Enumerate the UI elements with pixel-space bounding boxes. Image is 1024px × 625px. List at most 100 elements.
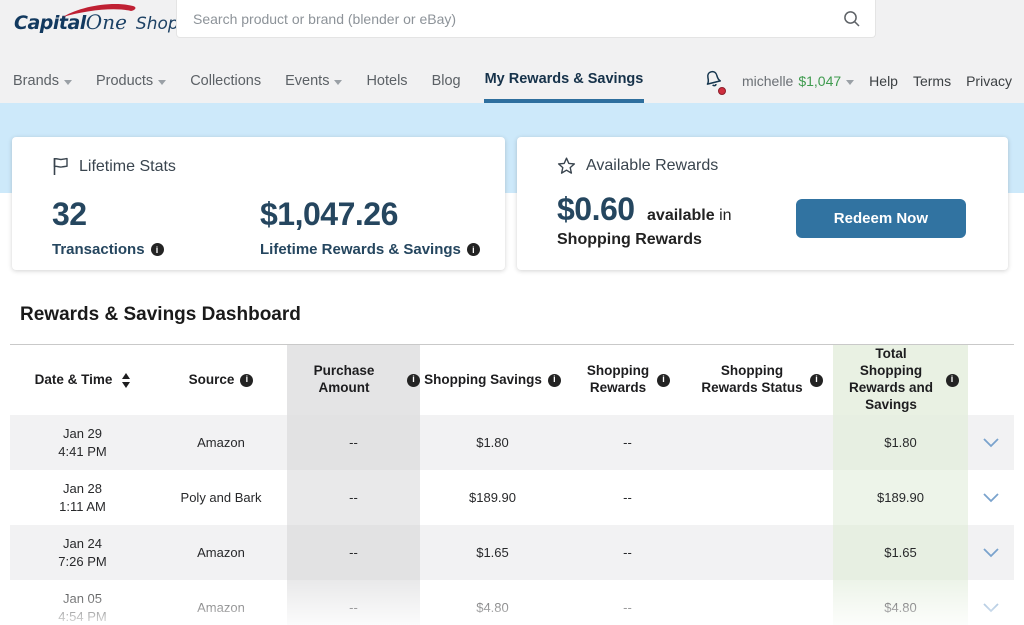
shopping-rewards-cell: -- xyxy=(565,580,690,625)
total-cell: $189.90 xyxy=(833,470,968,525)
sort-icon[interactable] xyxy=(122,373,130,388)
nav-item-products[interactable]: Products xyxy=(95,59,167,103)
user-menu[interactable]: michelle $1,047 xyxy=(742,73,854,89)
nav-label: Hotels xyxy=(366,73,407,89)
transactions-value: 32 xyxy=(52,196,260,233)
nav-item-my-rewards-and-savings[interactable]: My Rewards & Savings xyxy=(484,59,645,103)
header-label: Source xyxy=(189,372,235,389)
row-expand-chevron-icon[interactable] xyxy=(968,415,1014,470)
lifetime-stats-values: 32 Transactions i $1,047.26 Lifetime Rew… xyxy=(52,196,485,258)
row-expand-chevron-icon[interactable] xyxy=(968,470,1014,525)
nav-label: My Rewards & Savings xyxy=(485,71,644,87)
page: Capital One Shopping Brands Products Col… xyxy=(0,0,1024,625)
nav-label: Collections xyxy=(190,73,261,89)
user-balance: $1,047 xyxy=(798,73,841,89)
nav-label: Events xyxy=(285,73,329,89)
source-cell: Amazon xyxy=(155,415,287,470)
shopping-rewards-cell: -- xyxy=(565,470,690,525)
purchase-amount-cell: -- xyxy=(287,580,420,625)
info-icon[interactable]: i xyxy=(548,374,561,387)
transactions-stat: 32 Transactions i xyxy=(52,196,260,258)
info-icon[interactable]: i xyxy=(657,374,670,387)
info-icon[interactable]: i xyxy=(467,243,480,256)
available-rewards-title: Available Rewards xyxy=(586,157,718,175)
main-nav: Brands Products Collections Events Hotel… xyxy=(0,59,1024,103)
search-icon[interactable] xyxy=(843,10,861,28)
lifetime-rewards-stat: $1,047.26 Lifetime Rewards & Savings i xyxy=(260,196,480,258)
privacy-link[interactable]: Privacy xyxy=(966,73,1012,89)
nav-item-blog[interactable]: Blog xyxy=(431,59,462,103)
terms-link[interactable]: Terms xyxy=(913,73,951,89)
column-header-purchase-amount: Purchase Amount i xyxy=(287,344,420,415)
search-input[interactable] xyxy=(177,0,875,37)
nav-item-hotels[interactable]: Hotels xyxy=(365,59,408,103)
source-cell: Poly and Bark xyxy=(155,470,287,525)
in-word: in xyxy=(719,207,731,224)
nav-item-collections[interactable]: Collections xyxy=(189,59,262,103)
shopping-savings-cell: $4.80 xyxy=(420,580,565,625)
info-icon[interactable]: i xyxy=(810,374,823,387)
lifetime-stats-title: Lifetime Stats xyxy=(79,158,176,176)
rewards-status-cell xyxy=(690,525,833,580)
notification-bell-icon[interactable] xyxy=(703,69,723,94)
date-time-cell: Jan 054:54 PM xyxy=(10,580,155,625)
notification-badge xyxy=(718,87,726,95)
available-rewards-card: Available Rewards $0.60 available in Sho… xyxy=(517,137,1008,270)
lifetime-stats-header: Lifetime Stats xyxy=(52,157,485,176)
lifetime-rewards-label: Lifetime Rewards & Savings xyxy=(260,241,461,258)
total-cell: $4.80 xyxy=(833,580,968,625)
page-title: Rewards & Savings Dashboard xyxy=(20,304,1024,326)
purchase-amount-cell: -- xyxy=(287,415,420,470)
rewards-table: Date & Time Source i Purchase Amount i S… xyxy=(10,344,1014,625)
lifetime-rewards-value: $1,047.26 xyxy=(260,196,480,233)
row-expand-chevron-icon[interactable] xyxy=(968,525,1014,580)
header-label: Shopping Rewards xyxy=(585,363,651,397)
transactions-label: Transactions xyxy=(52,241,145,258)
source-cell: Amazon xyxy=(155,580,287,625)
column-header-date-time: Date & Time xyxy=(10,344,155,415)
rewards-status-cell xyxy=(690,415,833,470)
shopping-savings-cell: $1.80 xyxy=(420,415,565,470)
info-icon[interactable]: i xyxy=(151,243,164,256)
available-word: available xyxy=(647,207,715,224)
flag-icon xyxy=(52,157,69,176)
lifetime-stats-card: Lifetime Stats 32 Transactions i $1,047.… xyxy=(12,137,505,270)
nav-item-events[interactable]: Events xyxy=(284,59,343,103)
help-link[interactable]: Help xyxy=(869,73,898,89)
stats-cards: Lifetime Stats 32 Transactions i $1,047.… xyxy=(0,137,1024,270)
column-header-shopping-rewards: Shopping Rewards i xyxy=(565,344,690,415)
date-time-cell: Jan 247:26 PM xyxy=(10,525,155,580)
star-icon xyxy=(557,157,576,175)
redeem-now-button[interactable]: Redeem Now xyxy=(796,199,966,238)
header-label: Total Shopping Rewards and Savings xyxy=(843,346,940,414)
purchase-amount-cell: -- xyxy=(287,525,420,580)
chevron-down-icon xyxy=(64,80,72,85)
header-label: Shopping Rewards Status xyxy=(700,363,804,397)
header-label: Date & Time xyxy=(35,372,113,389)
source-cell: Amazon xyxy=(155,525,287,580)
capital-one-swoosh-icon xyxy=(61,3,139,19)
chevron-down-icon xyxy=(158,80,166,85)
total-cell: $1.80 xyxy=(833,415,968,470)
shopping-savings-cell: $1.65 xyxy=(420,525,565,580)
info-icon[interactable]: i xyxy=(946,374,959,387)
nav-label: Products xyxy=(96,73,153,89)
date-time-cell: Jan 281:11 AM xyxy=(10,470,155,525)
column-header-total: Total Shopping Rewards and Savings i xyxy=(833,344,968,415)
info-icon[interactable]: i xyxy=(407,374,420,387)
nav-label: Brands xyxy=(13,73,59,89)
total-cell: $1.65 xyxy=(833,525,968,580)
shopping-rewards-cell: -- xyxy=(565,525,690,580)
header-label: Shopping Savings xyxy=(424,372,542,389)
row-expand-chevron-icon[interactable] xyxy=(968,580,1014,625)
user-name: michelle xyxy=(742,73,793,89)
info-icon[interactable]: i xyxy=(240,374,253,387)
rewards-status-cell xyxy=(690,470,833,525)
available-amount: $0.60 xyxy=(557,191,635,227)
rewards-status-cell xyxy=(690,580,833,625)
chevron-down-icon xyxy=(334,80,342,85)
nav-item-brands[interactable]: Brands xyxy=(12,59,73,103)
shopping-rewards-cell: -- xyxy=(565,415,690,470)
shopping-savings-cell: $189.90 xyxy=(420,470,565,525)
column-header-source: Source i xyxy=(155,344,287,415)
